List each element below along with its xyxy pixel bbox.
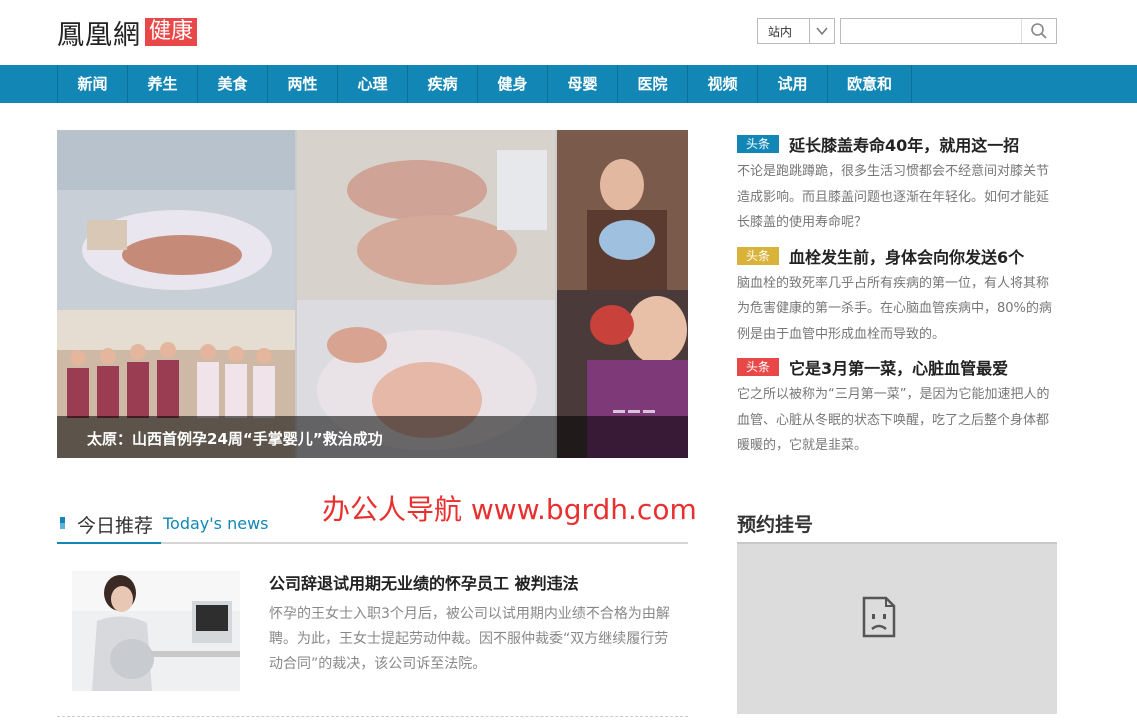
headline-title[interactable]: 它是3月第一菜，心脏血管最爱 <box>789 355 1008 379</box>
headline-tag: 头条 <box>737 358 779 376</box>
headline-summary: 不论是跑跳蹲跪，很多生活习惯都会不经意间对膝关节造成影响。而且膝盖问题也逐渐在年… <box>737 164 1050 230</box>
nav-item[interactable]: 欧意和 <box>828 65 912 103</box>
nav-item[interactable]: 疾病 <box>408 65 478 103</box>
search-bar: 站内 <box>757 18 1057 44</box>
search-box <box>840 18 1057 44</box>
main-nav: 新闻 养生 美食 两性 心理 疾病 健身 母婴 医院 视频 试用 欧意和 <box>0 65 1137 103</box>
slide-indicator[interactable] <box>628 410 640 413</box>
chevron-down-icon[interactable] <box>808 19 834 43</box>
broken-image-icon <box>862 596 896 638</box>
section-subtitle: Today's news <box>163 514 269 533</box>
nav-item[interactable]: 健身 <box>478 65 548 103</box>
slide-indicator[interactable] <box>643 410 655 413</box>
article-thumbnail[interactable] <box>72 571 240 691</box>
headline-tag: 头条 <box>737 135 779 153</box>
nav-item[interactable]: 新闻 <box>58 65 128 103</box>
nav-item[interactable]: 试用 <box>758 65 828 103</box>
section-title: 今日推荐 <box>77 515 154 537</box>
search-button[interactable] <box>1021 19 1056 43</box>
headline-list: 头条 延长膝盖寿命40年，就用这一招 不论是跑跳蹲跪，很多生活习惯都会不经意间对膝关… <box>737 132 1057 467</box>
logo-channel-badge: 健康 <box>145 18 198 46</box>
hero-slideshow[interactable]: 太原：山西首例孕24周“手掌婴儿”救治成功 <box>57 130 688 458</box>
slideshow-indicators <box>613 410 655 413</box>
nav-item[interactable]: 两性 <box>268 65 338 103</box>
headline-head: 头条 延长膝盖寿命40年，就用这一招 <box>737 132 1057 156</box>
headline-summary: 脑血栓的致死率几乎占所有疾病的第一位，有人将其称为危害健康的第一杀手。在心脑血管… <box>737 275 1052 342</box>
article-summary: 怀孕的王女士入职3个月后，被公司以试用期内业绩不合格为由解聘。为此，王女士提起劳… <box>269 606 670 672</box>
article-title[interactable]: 公司辞退试用期无业绩的怀孕员工 被判违法 <box>269 570 579 594</box>
site-header: 鳳凰網 健康 站内 <box>0 0 1137 65</box>
nav-item[interactable]: 视频 <box>688 65 758 103</box>
slide-indicator[interactable] <box>613 410 625 413</box>
nav-item[interactable]: 心理 <box>338 65 408 103</box>
section-title-tab: 今日推荐 <box>57 508 161 544</box>
headline-tag: 头条 <box>737 246 779 265</box>
booking-title: 预约挂号 <box>737 514 814 536</box>
headline-head: 头条 它是3月第一菜，心脏血管最爱 <box>737 355 1057 379</box>
section-marker-icon <box>60 517 65 529</box>
booking-widget[interactable] <box>737 542 1057 714</box>
logo-main-text: 鳳凰網 <box>57 19 141 51</box>
search-input[interactable] <box>841 19 1021 43</box>
nav-item[interactable]: 养生 <box>128 65 198 103</box>
nav-item[interactable]: 美食 <box>198 65 268 103</box>
headline-item: 头条 它是3月第一菜，心脏血管最爱它之所以被称为“三月第一菜”，是因为它能加速把人… <box>737 355 1057 459</box>
headline-item: 头条 血栓发生前，身体会向你发送6个脑血栓的致死率几乎占所有疾病的第一位，有人将其… <box>737 244 1057 348</box>
search-scope-select[interactable]: 站内 <box>757 18 835 44</box>
site-logo[interactable]: 鳳凰網 健康 <box>57 15 198 51</box>
headline-summary: 它之所以被称为“三月第一菜”，是因为它能加速把人的血管、心脏从冬眠的状态下唤醒，… <box>737 387 1050 453</box>
watermark-text: 办公人导航 www.bgrdh.com <box>322 493 697 526</box>
headline-head: 头条 血栓发生前，身体会向你发送6个 <box>737 244 1057 268</box>
search-icon <box>1031 23 1047 39</box>
article-divider <box>57 716 688 717</box>
hero-photo-collage <box>57 130 688 458</box>
nav-item[interactable]: 医院 <box>618 65 688 103</box>
hero-caption[interactable]: 太原：山西首例孕24周“手掌婴儿”救治成功 <box>87 428 383 449</box>
headline-title[interactable]: 血栓发生前，身体会向你发送6个 <box>789 244 1024 268</box>
nav-list: 新闻 养生 美食 两性 心理 疾病 健身 母婴 医院 视频 试用 欧意和 <box>57 65 912 103</box>
headline-title[interactable]: 延长膝盖寿命40年，就用这一招 <box>789 132 1019 156</box>
headline-item: 头条 延长膝盖寿命40年，就用这一招不论是跑跳蹲跪，很多生活习惯都会不经意间对膝关… <box>737 132 1057 236</box>
search-scope-label: 站内 <box>768 24 793 39</box>
nav-item[interactable]: 母婴 <box>548 65 618 103</box>
